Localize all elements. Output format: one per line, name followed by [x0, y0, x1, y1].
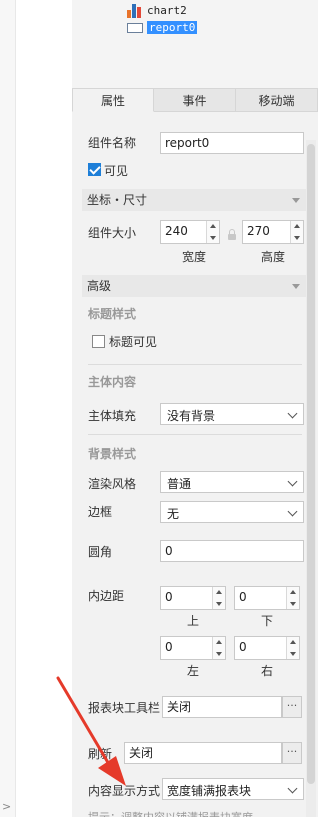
spin-up-icon[interactable]: [294, 224, 300, 228]
property-panel: 属性 事件 移动端 组件名称 report0 可见 坐标・尺寸 组件大小 240…: [72, 88, 318, 817]
width-value: 240: [165, 224, 188, 238]
spin-down-icon[interactable]: [216, 602, 222, 606]
title-visible-checkbox[interactable]: [92, 335, 105, 348]
body-fill-select[interactable]: 没有背景: [160, 403, 304, 425]
section-title: 高级: [87, 279, 112, 293]
padding-bottom-value: 0: [239, 590, 247, 604]
component-name-input[interactable]: report0: [160, 132, 304, 154]
hint-text: 提示：调整内容以铺满报表块宽度: [88, 809, 253, 817]
component-name-label: 组件名称: [88, 136, 137, 150]
padding-left-spinner[interactable]: 0: [160, 636, 226, 660]
chevron-down-icon[interactable]: [285, 472, 303, 492]
chevron-down-icon[interactable]: [285, 404, 303, 424]
tab-properties[interactable]: 属性: [72, 88, 154, 112]
refresh-input[interactable]: 关闭: [124, 742, 282, 764]
body-fill-value: 没有背景: [167, 409, 216, 423]
width-caption: 宽度: [181, 250, 206, 264]
spin-up-icon[interactable]: [290, 590, 296, 594]
spin-down-icon[interactable]: [290, 602, 296, 606]
height-spinner[interactable]: 270: [242, 220, 304, 244]
border-label: 边框: [88, 505, 113, 519]
toolbar-label: 报表块工具栏: [88, 701, 161, 715]
display-mode-label: 内容显示方式: [88, 784, 161, 798]
render-style-label: 渲染风格: [88, 477, 137, 491]
panel-content: 组件名称 report0 可见 坐标・尺寸 组件大小 240 270 宽度 高度…: [82, 112, 306, 817]
spinner-buttons[interactable]: [206, 221, 219, 243]
body-fill-label: 主体填充: [88, 409, 137, 423]
spinner-buttons[interactable]: [290, 221, 303, 243]
spin-up-icon[interactable]: [216, 590, 222, 594]
spin-down-icon[interactable]: [294, 236, 300, 240]
padding-label: 内边距: [88, 589, 125, 603]
chevron-down-icon[interactable]: [285, 502, 303, 522]
padding-top-caption: 上: [186, 614, 199, 628]
body-content-heading: 主体内容: [88, 375, 137, 389]
tab-events[interactable]: 事件: [154, 88, 236, 112]
title-visible-label: 标题可见: [109, 335, 158, 349]
padding-bottom-spinner[interactable]: 0: [234, 586, 300, 610]
padding-right-value: 0: [239, 640, 247, 654]
scrollbar-thumb[interactable]: [307, 144, 315, 784]
height-value: 270: [247, 224, 270, 238]
chevron-down-icon[interactable]: [285, 779, 303, 799]
spinner-buttons[interactable]: [286, 587, 299, 609]
spin-up-icon[interactable]: [216, 640, 222, 644]
spin-up-icon[interactable]: [210, 224, 216, 228]
divider: [88, 364, 302, 365]
tab-mobile[interactable]: 移动端: [236, 88, 318, 112]
height-caption: 高度: [260, 250, 285, 264]
display-mode-value: 宽度铺满报表块: [167, 784, 252, 798]
expand-chevron-icon[interactable]: >: [2, 800, 11, 813]
tree-item-chart2[interactable]: chart2: [127, 2, 187, 18]
tree-item-label: report0: [147, 21, 198, 34]
spinner-buttons[interactable]: [286, 637, 299, 659]
border-select[interactable]: 无: [160, 501, 304, 523]
size-label: 组件大小: [88, 226, 137, 240]
collapse-caret-icon: [292, 198, 300, 203]
padding-right-caption: 右: [260, 664, 273, 678]
spin-down-icon[interactable]: [210, 236, 216, 240]
render-style-value: 普通: [167, 477, 192, 491]
spin-down-icon[interactable]: [290, 652, 296, 656]
radius-label: 圆角: [88, 545, 113, 559]
padding-left-caption: 左: [186, 664, 199, 678]
refresh-label: 刷新: [88, 747, 113, 761]
padding-left-value: 0: [165, 640, 173, 654]
spinner-buttons[interactable]: [212, 587, 225, 609]
toolbar-more-button[interactable]: ···: [282, 696, 302, 718]
display-mode-select[interactable]: 宽度铺满报表块: [162, 778, 304, 800]
divider: [88, 434, 302, 435]
toolbar-input[interactable]: 关闭: [162, 696, 282, 718]
padding-top-value: 0: [165, 590, 173, 604]
visible-checkbox[interactable]: [88, 163, 101, 176]
padding-bottom-caption: 下: [260, 614, 273, 628]
border-value: 无: [167, 507, 180, 521]
panel-scrollbar[interactable]: [306, 140, 316, 817]
width-spinner[interactable]: 240: [160, 220, 220, 244]
report-block-icon: [127, 22, 143, 33]
radius-input[interactable]: 0: [160, 540, 304, 562]
visible-label: 可见: [104, 164, 129, 178]
section-title: 坐标・尺寸: [87, 193, 148, 207]
section-advanced[interactable]: 高级: [82, 275, 306, 297]
panel-tabs: 属性 事件 移动端: [72, 88, 318, 112]
refresh-more-button[interactable]: ···: [282, 742, 302, 764]
left-side-strip: >: [0, 0, 16, 817]
tree-item-report0[interactable]: report0: [127, 21, 198, 34]
spinner-buttons[interactable]: [212, 637, 225, 659]
tree-item-label: chart2: [147, 3, 187, 17]
render-style-select[interactable]: 普通: [160, 471, 304, 493]
title-style-heading: 标题样式: [88, 307, 137, 321]
spin-up-icon[interactable]: [290, 640, 296, 644]
padding-top-spinner[interactable]: 0: [160, 586, 226, 610]
component-tree: chart2 report0: [72, 0, 318, 88]
background-style-heading: 背景样式: [88, 447, 137, 461]
aspect-lock-icon[interactable]: [228, 229, 236, 240]
padding-right-spinner[interactable]: 0: [234, 636, 300, 660]
bar-chart-icon: [127, 2, 141, 18]
section-coordinates-size[interactable]: 坐标・尺寸: [82, 189, 306, 211]
collapse-caret-icon: [292, 284, 300, 289]
spin-down-icon[interactable]: [216, 652, 222, 656]
